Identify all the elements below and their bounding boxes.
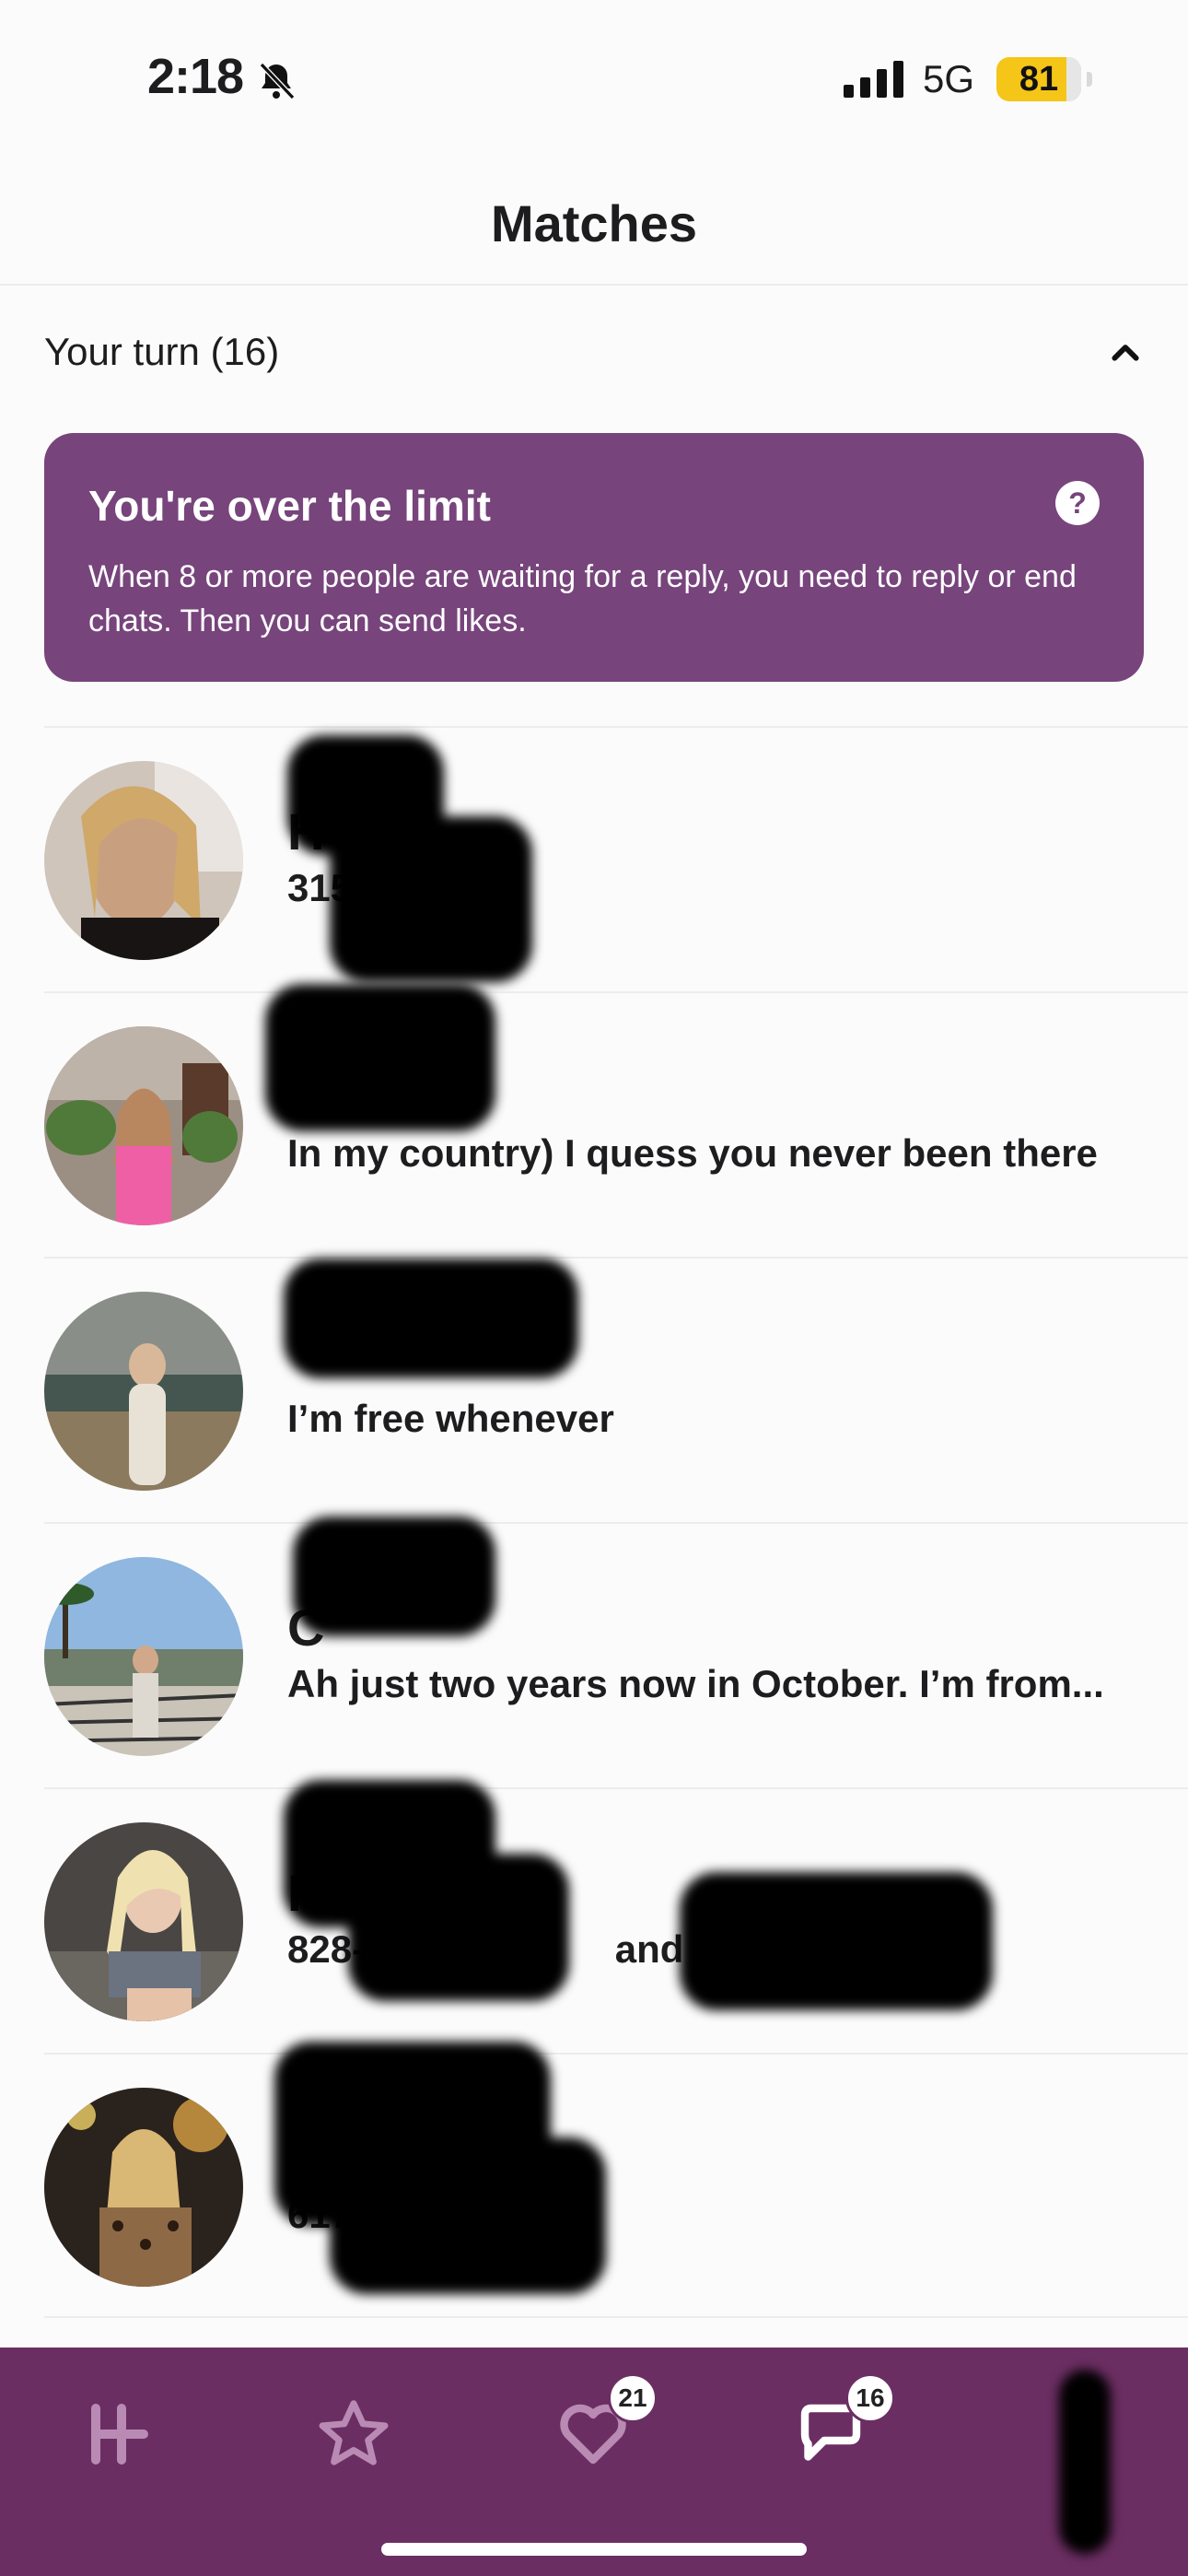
redaction — [284, 1259, 578, 1378]
avatar — [44, 2088, 243, 2287]
bottom-tab-bar: 21 16 — [0, 2348, 1188, 2576]
clock: 2:18 — [147, 49, 244, 104]
over-limit-banner: You're over the limit When 8 or more peo… — [44, 433, 1144, 682]
banner-title: You're over the limit — [88, 482, 491, 530]
avatar — [44, 1822, 243, 2021]
redaction — [330, 2137, 606, 2294]
match-row[interactable]: H 3152 — [44, 726, 1188, 991]
bell-off-icon — [259, 62, 296, 100]
star-icon — [319, 2400, 389, 2465]
avatar — [44, 1026, 243, 1225]
tab-matches[interactable]: 16 — [786, 2373, 895, 2478]
avatar — [44, 1292, 243, 1491]
signal-icon — [844, 61, 903, 98]
network-type: 5G — [923, 57, 975, 100]
match-row[interactable]: 617 — [44, 2042, 1188, 2318]
redaction — [680, 1872, 993, 2010]
redaction — [293, 1516, 495, 1636]
chevron-up-icon[interactable] — [1107, 334, 1144, 370]
your-turn-section-header[interactable]: Your turn (16) — [44, 322, 1144, 381]
divider — [0, 284, 1188, 286]
home-indicator — [381, 2543, 807, 2556]
redaction — [330, 816, 532, 982]
match-row[interactable]: A In my country) I quess you never been … — [44, 984, 1188, 1257]
redaction — [265, 984, 495, 1131]
section-title: Your turn (16) — [44, 330, 280, 373]
match-list: H 3152 A In my country) I quess you neve… — [44, 726, 1188, 2318]
tab-profile[interactable] — [1022, 2370, 1111, 2554]
last-message: In my country) I quess you never been th… — [287, 1131, 1098, 1175]
match-row[interactable]: I 828- and @ — [44, 1780, 1188, 2053]
battery-indicator: 81 — [996, 57, 1092, 101]
last-message: I’m free whenever — [287, 1397, 614, 1440]
redaction — [348, 1854, 569, 2001]
page-title: Matches — [490, 194, 698, 252]
hinge-logo-icon — [91, 2404, 148, 2465]
tab-standouts[interactable] — [309, 2390, 398, 2478]
matches-badge: 16 — [845, 2373, 895, 2423]
battery-level: 81 — [1019, 59, 1059, 99]
last-message: Ah just two years now in October. I’m fr… — [287, 1662, 1104, 1705]
profile-icon — [1059, 2370, 1111, 2554]
likes-badge: 21 — [608, 2373, 658, 2423]
avatar — [44, 1557, 243, 1756]
match-row[interactable]: I’m free whenever — [44, 1257, 1188, 1522]
match-row[interactable]: C Ah just two years now in October. I’m … — [44, 1516, 1188, 1787]
status-bar: 2:18 5G 81 — [0, 0, 1188, 161]
banner-text: When 8 or more people are waiting for a … — [88, 559, 1077, 638]
tab-likes[interactable]: 21 — [549, 2373, 658, 2478]
tab-discover[interactable] — [74, 2390, 162, 2478]
help-icon[interactable]: ? — [1055, 481, 1100, 525]
avatar — [44, 761, 243, 960]
